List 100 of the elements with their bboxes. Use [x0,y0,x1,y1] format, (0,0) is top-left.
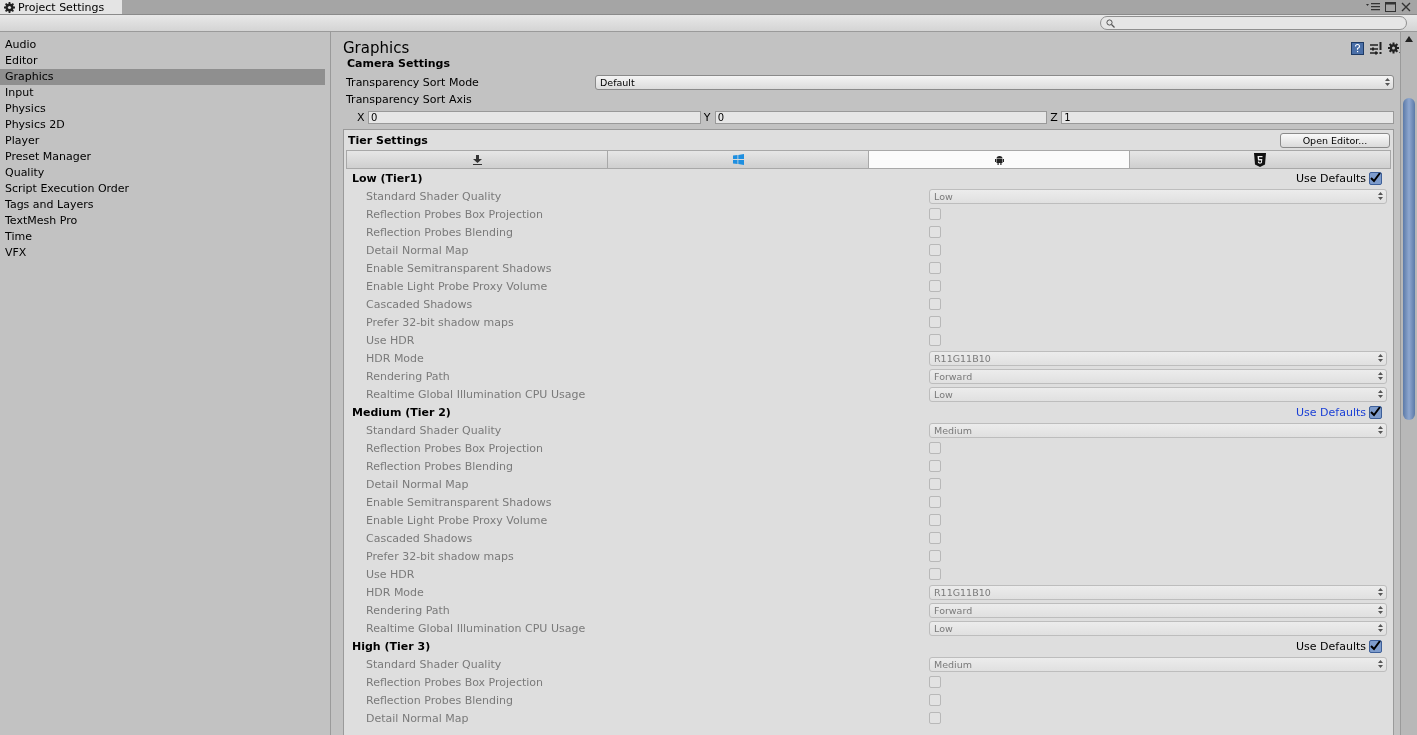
use-defaults-checkbox[interactable]: Use Defaults [1296,171,1382,185]
field-label: Transparency Sort Axis [345,92,473,107]
dropdown-arrows-icon [1378,192,1383,200]
setting-label: Rendering Path [366,603,451,617]
checkbox[interactable] [929,478,941,490]
dropdown[interactable]: Low [929,620,1387,636]
dropdown-arrows-icon [1378,624,1383,632]
dropdown[interactable]: R11G11B10 [929,584,1387,600]
download-arrow-icon [472,154,482,165]
setting-label: Prefer 32-bit shadow maps [366,549,515,563]
checkbox[interactable] [929,280,941,292]
axis-label: Z [1050,110,1059,124]
checkbox[interactable] [929,712,941,724]
windows-icon [732,154,744,165]
dropdown-arrows-icon [1385,78,1390,86]
checkbox[interactable] [929,298,941,310]
shield-five-icon [1254,152,1266,167]
axis-label: X [357,110,365,124]
checkbox[interactable] [929,442,941,454]
sidebar-item[interactable]: Graphics [0,69,325,85]
dropdown[interactable]: Forward [929,368,1387,384]
help-book-icon[interactable] [1351,41,1364,55]
setting-label: Use HDR [366,333,416,347]
use-defaults-checkbox[interactable]: Use Defaults [1296,639,1382,653]
checkbox[interactable] [929,460,941,472]
sidebar-item[interactable]: Editor [0,53,325,69]
sidebar-item[interactable]: Tags and Layers [0,197,325,213]
checkbox[interactable] [929,496,941,508]
checkbox[interactable] [929,550,941,562]
dropdown[interactable]: R11G11B10 [929,350,1387,366]
setting-label: Enable Light Probe Proxy Volume [366,279,549,293]
sidebar-item[interactable]: Input [0,85,325,101]
setting-label: Detail Normal Map [366,477,470,491]
checkbox[interactable] [929,514,941,526]
setting-label: Detail Normal Map [366,243,470,257]
open-editor-button[interactable]: Open Editor... [1280,132,1390,148]
setting-label: Realtime Global Illumination CPU Usage [366,621,587,635]
sidebar-item[interactable]: Quality [0,165,325,181]
checkbox[interactable] [929,244,941,256]
checkbox[interactable] [929,208,941,220]
dropdown[interactable]: Default [595,74,1394,90]
window-tab[interactable]: Project Settings [0,0,122,14]
search-icon [1106,18,1115,28]
setting-label: Standard Shader Quality [366,657,503,671]
close-icon[interactable] [1401,2,1411,12]
checkbox[interactable] [929,568,941,580]
scroll-thumb[interactable] [1403,98,1415,420]
setting-label: Reflection Probes Box Projection [366,207,544,221]
sidebar-item[interactable]: Physics [0,101,325,117]
tier-heading: Medium (Tier 2) [352,405,451,419]
dropdown-arrows-icon [1378,390,1383,398]
setting-label: Standard Shader Quality [366,189,503,203]
setting-label: Rendering Path [366,369,451,383]
axis-label: Y [703,110,712,124]
sidebar-item[interactable]: Time [0,229,325,245]
number-field[interactable]: 1 [1061,110,1394,124]
checkbox[interactable] [929,226,941,238]
use-defaults-checkbox[interactable]: Use Defaults [1296,405,1382,419]
search-field[interactable] [1100,16,1407,30]
sidebar-item[interactable]: Script Execution Order [0,181,325,197]
sidebar-item[interactable]: TextMesh Pro [0,213,325,229]
sidebar-item[interactable]: Preset Manager [0,149,325,165]
settings-icon[interactable] [1388,41,1400,55]
setting-label: Use HDR [366,567,416,581]
dropdown[interactable]: Low [929,386,1387,402]
field-label: Transparency Sort Mode [346,75,480,89]
checkbox[interactable] [929,676,941,688]
page-title: Graphics [343,39,410,57]
checkbox[interactable] [929,316,941,328]
sidebar-item[interactable]: Physics 2D [0,117,325,133]
dropdown[interactable]: Medium [929,422,1387,438]
dropdown-arrows-icon [1378,354,1383,362]
dropdown-arrows-icon [1378,606,1383,614]
platform-tab[interactable] [1130,151,1390,168]
number-field[interactable]: 0 [714,110,1048,124]
checkbox[interactable] [929,532,941,544]
dropdown-arrows-icon [1378,426,1383,434]
checkbox[interactable] [929,262,941,274]
dropdown[interactable]: Forward [929,602,1387,618]
setting-label: Enable Semitransparent Shadows [366,261,553,275]
checkbox[interactable] [929,334,941,346]
dropdown-arrows-icon [1378,588,1383,596]
sidebar-item[interactable]: VFX [0,245,325,261]
dropdown-arrows-icon [1378,372,1383,380]
number-field[interactable]: 0 [368,110,701,124]
dropdown[interactable]: Medium [929,656,1387,672]
sidebar-item[interactable]: Player [0,133,325,149]
maximize-icon[interactable] [1385,2,1396,12]
menu-icon[interactable] [1366,2,1380,12]
checkbox[interactable] [929,694,941,706]
setting-label: HDR Mode [366,351,425,365]
preset-sliders-icon[interactable] [1370,41,1382,55]
tier-heading: Low (Tier1) [352,171,423,185]
setting-label: Reflection Probes Box Projection [366,441,544,455]
checkmark-icon [1370,173,1381,183]
scrollbar[interactable] [1400,32,1417,735]
sidebar-item[interactable]: Audio [0,37,325,53]
panel-title: Tier Settings [348,133,428,147]
dropdown-arrows-icon [1378,660,1383,668]
dropdown[interactable]: Low [929,188,1387,204]
